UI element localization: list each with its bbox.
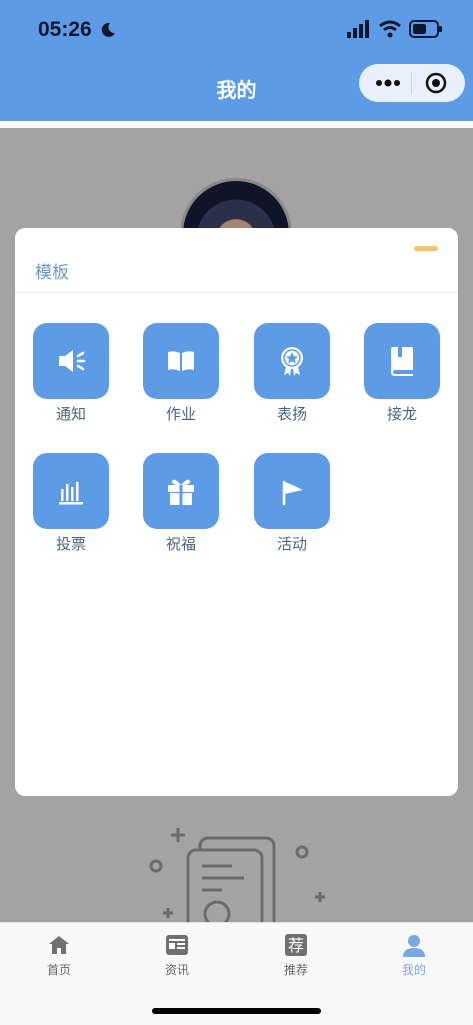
home-indicator	[152, 1008, 321, 1014]
book-open-icon	[168, 351, 194, 371]
recommend-icon: 荐	[285, 934, 307, 956]
close-target-icon[interactable]	[425, 72, 447, 94]
wifi-icon	[379, 20, 401, 38]
minimize-handle-icon[interactable]	[414, 246, 438, 251]
template-item-label: 活动	[276, 535, 307, 553]
award-badge-icon	[281, 347, 303, 376]
template-item-blessing[interactable]: 祝福	[143, 453, 219, 557]
template-item-label: 接龙	[386, 405, 417, 423]
tab-recommend[interactable]: 荐 推荐	[256, 929, 336, 989]
tab-news[interactable]: 资讯	[137, 929, 217, 989]
template-item-label: 表扬	[276, 405, 307, 423]
status-time: 05:26	[38, 18, 92, 41]
modal-divider	[15, 292, 458, 293]
praise-tile-icon-box[interactable]	[254, 323, 330, 399]
gift-icon	[168, 479, 194, 505]
vote-tile-icon-box[interactable]	[33, 453, 109, 529]
status-icons	[347, 20, 443, 38]
template-item-notice[interactable]: 通知	[33, 323, 109, 427]
news-icon	[166, 935, 188, 955]
template-item-praise[interactable]: 表扬	[254, 323, 330, 427]
tab-mine[interactable]: 我的	[374, 929, 454, 989]
template-item-label: 作业	[165, 405, 196, 423]
template-item-label: 通知	[55, 405, 86, 423]
template-item-homework[interactable]: 作业	[143, 323, 219, 427]
tab-label: 资讯	[164, 963, 189, 977]
more-icon[interactable]	[375, 74, 401, 92]
empty-state-illustration	[149, 828, 325, 922]
flag-icon	[282, 480, 303, 506]
template-item-activity[interactable]: 活动	[254, 453, 330, 557]
blessing-tile-icon-box[interactable]	[143, 453, 219, 529]
moon-icon	[101, 22, 115, 37]
bar-chart-icon	[59, 482, 83, 505]
recommend-glyph: 荐	[288, 936, 304, 955]
header-separator	[0, 121, 473, 128]
template-item-label: 祝福	[165, 535, 196, 553]
tab-label: 推荐	[283, 963, 308, 977]
capsule-divider	[411, 72, 412, 94]
tab-label: 首页	[46, 963, 71, 977]
template-modal: 模板 通知 作业 表扬 接龙 投票 祝福 活动	[15, 228, 458, 796]
header: 05:26 我的	[0, 0, 473, 121]
tab-label: 我的	[401, 963, 426, 977]
activity-tile-icon-box[interactable]	[254, 453, 330, 529]
user-icon	[403, 935, 425, 957]
template-item-chain[interactable]: 接龙	[364, 323, 440, 427]
template-item-label: 投票	[55, 535, 86, 553]
notebook-icon	[391, 347, 413, 376]
chain-tile-icon-box[interactable]	[364, 323, 440, 399]
megaphone-icon	[59, 350, 86, 372]
notice-tile-icon-box[interactable]	[33, 323, 109, 399]
battery-icon	[409, 20, 442, 38]
mini-program-capsule	[359, 64, 465, 102]
modal-title: 模板	[35, 263, 69, 283]
tab-home[interactable]: 首页	[19, 929, 99, 989]
home-icon	[49, 936, 69, 954]
signal-icon	[347, 20, 369, 38]
template-item-vote[interactable]: 投票	[33, 453, 109, 557]
homework-tile-icon-box[interactable]	[143, 323, 219, 399]
